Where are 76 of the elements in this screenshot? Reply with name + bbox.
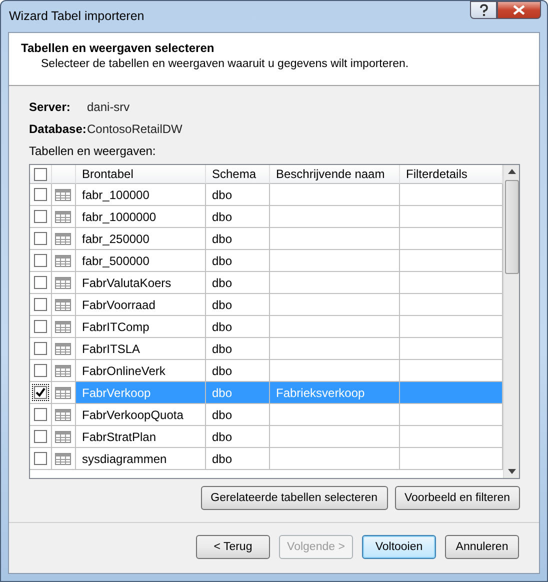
table-icon — [55, 298, 71, 310]
scrollbar-thumb[interactable] — [504, 180, 518, 274]
table-cell: Fabrieksverkoop — [270, 382, 400, 404]
wizard-button[interactable]: < Terug — [196, 535, 270, 559]
help-button[interactable] — [470, 1, 497, 19]
table-icon — [55, 232, 71, 244]
table-cell: FabrITComp — [76, 316, 206, 338]
table-icon — [55, 188, 71, 200]
table-icon — [55, 210, 71, 222]
table-cell: fabr_500000 — [76, 250, 206, 272]
table-cell: dbo — [206, 206, 270, 228]
page-title: Tabellen en weergaven selecteren — [21, 41, 216, 55]
table-icon — [55, 342, 71, 354]
field-label: Server: — [29, 100, 72, 114]
checkbox[interactable] — [34, 320, 47, 333]
table-icon — [55, 320, 71, 332]
close-icon — [513, 5, 525, 15]
column-header[interactable]: Beschrijvende naam — [270, 165, 400, 184]
checkbox[interactable] — [34, 408, 47, 421]
table-cell: sysdiagrammen — [76, 448, 206, 470]
help-icon — [478, 4, 488, 16]
column-header[interactable]: Schema — [206, 165, 270, 184]
field-label: Database: — [29, 122, 87, 136]
checkbox[interactable] — [34, 168, 47, 180]
window-title: Wizard Tabel importeren — [9, 9, 144, 23]
action-button[interactable]: Voorbeeld en filteren — [394, 486, 520, 510]
table-cell: dbo — [206, 228, 270, 250]
table-cell: FabrVoorraad — [76, 294, 206, 316]
checkbox[interactable] — [34, 210, 47, 223]
checkbox[interactable] — [34, 254, 47, 267]
table-icon — [55, 452, 71, 464]
table-cell: dbo — [206, 426, 270, 448]
column-header[interactable]: Brontabel — [76, 165, 206, 184]
scroll-down-icon[interactable] — [508, 469, 516, 474]
table-icon — [55, 386, 71, 398]
checkbox[interactable] — [34, 232, 47, 245]
page-subtitle: Selecteer de tabellen en weergaven waaruit u gegevens wilt importeren. — [41, 58, 410, 70]
table-cell: dbo — [206, 404, 270, 426]
table-cell: dbo — [206, 272, 270, 294]
table-cell: dbo — [206, 338, 270, 360]
checkbox[interactable] — [34, 430, 47, 443]
table-cell: fabr_1000000 — [76, 206, 206, 228]
table-cell: dbo — [206, 250, 270, 272]
table-cell: FabrVerkoop — [76, 382, 206, 404]
checkbox[interactable] — [34, 342, 47, 355]
table-cell: dbo — [206, 316, 270, 338]
checkbox[interactable] — [34, 364, 47, 377]
table-cell: dbo — [206, 448, 270, 470]
table-cell: dbo — [206, 294, 270, 316]
table-icon — [55, 430, 71, 442]
checkbox[interactable] — [34, 298, 47, 311]
table-icon — [55, 276, 71, 288]
table-cell: dbo — [206, 382, 270, 404]
table-icon — [55, 408, 71, 420]
scrollbar[interactable] — [503, 165, 519, 478]
checkbox[interactable] — [34, 386, 47, 399]
wizard-button[interactable]: Voltooien — [362, 535, 436, 559]
table-cell: fabr_100000 — [76, 184, 206, 206]
scroll-up-icon[interactable] — [508, 169, 516, 174]
close-button[interactable] — [497, 1, 541, 19]
table-cell: FabrVerkoopQuota — [76, 404, 206, 426]
table-cell: FabrStratPlan — [76, 426, 206, 448]
table-label: Tabellen en weergaven: — [29, 144, 157, 158]
table-icon — [55, 254, 71, 266]
checkbox[interactable] — [34, 452, 47, 465]
table-cell: dbo — [206, 184, 270, 206]
table-cell: FabrITSLA — [76, 338, 206, 360]
action-button[interactable]: Gerelateerde tabellen selecteren — [200, 486, 388, 510]
table-cell: fabr_250000 — [76, 228, 206, 250]
field-value: dani-srv — [87, 100, 130, 114]
table-icon — [55, 364, 71, 376]
field-value: ContosoRetailDW — [87, 122, 182, 136]
checkbox[interactable] — [34, 276, 47, 289]
table-cell: FabrValutaKoers — [76, 272, 206, 294]
wizard-button[interactable]: Annuleren — [445, 535, 519, 559]
checkbox[interactable] — [34, 188, 47, 201]
